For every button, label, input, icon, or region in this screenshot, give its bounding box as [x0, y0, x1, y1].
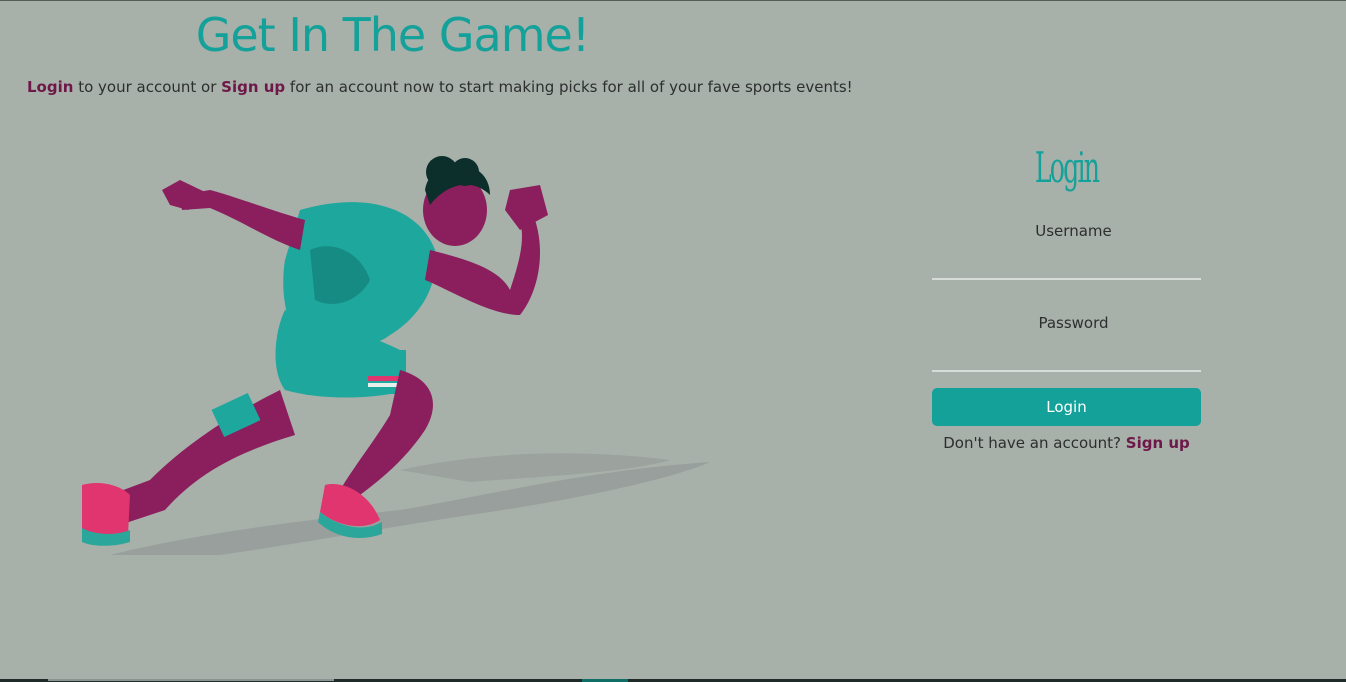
- login-title: Login: [1034, 143, 1100, 192]
- password-label: Password: [1038, 314, 1109, 332]
- intro-text-part-1: to your account or: [73, 78, 222, 96]
- username-label: Username: [1035, 222, 1112, 240]
- signup-row: Don't have an account? Sign up: [932, 434, 1201, 452]
- intro-login-link[interactable]: Login: [27, 78, 73, 96]
- top-border: [0, 0, 1346, 1]
- signup-prompt: Don't have an account?: [943, 434, 1121, 452]
- intro-text: Login to your account or Sign up for an …: [27, 78, 853, 96]
- page: Get In The Game! Login to your account o…: [0, 0, 1346, 682]
- hero-title: Get In The Game!: [195, 8, 591, 62]
- sprinter-illustration: [82, 156, 710, 555]
- intro-signup-link[interactable]: Sign up: [221, 78, 285, 96]
- signup-link[interactable]: Sign up: [1126, 434, 1190, 452]
- username-input[interactable]: [932, 246, 1201, 280]
- login-button[interactable]: Login: [932, 388, 1201, 426]
- login-panel: Login Username Password Login Don't have…: [932, 140, 1201, 452]
- password-input[interactable]: [932, 338, 1201, 372]
- taskbar-segment: [48, 679, 334, 681]
- intro-text-part-2: for an account now to start making picks…: [285, 78, 853, 96]
